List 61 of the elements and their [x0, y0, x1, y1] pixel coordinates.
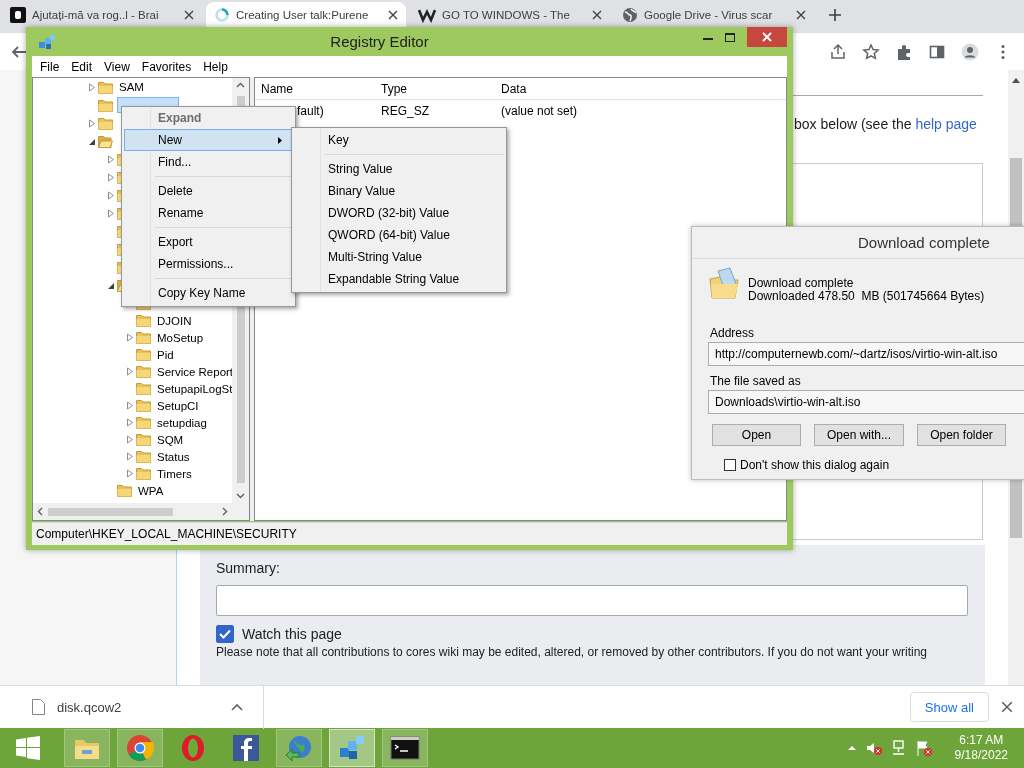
address-field[interactable]: http://computernewb.com/~dartz/isos/virtio-win-alt.iso [708, 342, 1024, 366]
menu-item[interactable]: Key [294, 129, 504, 151]
watch-label: Watch this page [242, 625, 342, 643]
menu-item[interactable]: New [124, 129, 293, 151]
field-label: The file saved as [710, 374, 802, 388]
menu-item[interactable]: Find... [124, 151, 293, 173]
tree-item[interactable]: SAM [117, 79, 146, 95]
download-item[interactable]: disk.qcow2 [57, 699, 122, 715]
show-all-button[interactable]: Show all [909, 692, 989, 722]
tree-item[interactable]: MoSetup [155, 329, 206, 346]
tree-item[interactable]: SetupapiLogSt [155, 380, 232, 397]
tree-item[interactable]: SQM [155, 431, 186, 448]
help-link[interactable]: help page [915, 116, 977, 132]
menu-item[interactable]: Delete [124, 180, 293, 202]
dialog-title: Download complete [858, 234, 990, 251]
menu-item[interactable]: File [34, 59, 66, 74]
browser-tab[interactable]: Google Drive - Virus scar [614, 2, 814, 27]
dialog-button[interactable]: Open folder [917, 424, 1006, 446]
summary-label: Summary: [216, 559, 281, 577]
notice-text: Please note that all contributions to cores wiki may be edited, altered, or removed by other contributors. If you do not want your writing [216, 644, 929, 660]
paragraph-text: box below (see the help page [794, 116, 977, 132]
menu-item[interactable]: Copy Key Name [124, 282, 293, 304]
dialog-button[interactable]: Open [712, 424, 801, 446]
menu-item[interactable]: Rename [124, 202, 293, 224]
menu-item[interactable]: QWORD (64-bit) Value [294, 224, 504, 246]
column-header[interactable]: Type [375, 81, 495, 96]
path-field[interactable]: Downloads\virtio-win-alt.iso [708, 390, 1024, 414]
tree-item[interactable]: Status [155, 448, 192, 465]
menu-item[interactable]: Help [197, 59, 234, 74]
menu-item[interactable]: Favorites [135, 59, 198, 74]
browser-tab[interactable]: Ajutați-mă va rog..l - Brai [2, 2, 202, 27]
field-label: Address [710, 326, 756, 340]
tree-item[interactable]: Pid [155, 346, 176, 363]
column-header[interactable]: Data [495, 81, 786, 96]
dialog-button[interactable]: Open with... [814, 424, 904, 446]
menu-item[interactable]: View [98, 59, 136, 74]
tree-item[interactable]: WPA [136, 482, 166, 499]
menu-item[interactable]: Export [124, 231, 293, 253]
status-text: Computer\HKEY_LOCAL_MACHINE\SECURITY [36, 527, 297, 541]
menu-item[interactable]: Permissions... [124, 253, 293, 275]
table-cell-text: REG_SZ [380, 103, 430, 118]
menu-item[interactable]: Expandable String Value [294, 268, 504, 290]
window-title: Registry Editor [329, 33, 430, 50]
tree-item[interactable]: DJOIN [155, 312, 194, 329]
browser-tab[interactable]: Creating User talk:Purene [206, 2, 406, 27]
menu-item[interactable]: Binary Value [294, 180, 504, 202]
menu-item[interactable]: String Value [294, 158, 504, 180]
menu-item[interactable]: DWORD (32-bit) Value [294, 202, 504, 224]
tree-item[interactable]: setupdiag [155, 414, 209, 431]
column-header[interactable]: Name [255, 81, 375, 96]
table-cell-text: (value not set) [500, 103, 579, 118]
tree-item[interactable]: SetupCI [155, 397, 201, 414]
checkbox-label: Don't show this dialog again [740, 458, 890, 472]
tree-item[interactable]: Timers [155, 465, 194, 482]
menu-item[interactable]: Edit [65, 59, 99, 74]
detail-text: Downloaded 478.50 MB (501745664 Bytes) [748, 290, 985, 303]
browser-tab[interactable]: GO TO WINDOWS - The [410, 2, 610, 27]
heading-text: Download complete [748, 277, 855, 290]
table-cell-text: fault) [296, 103, 325, 118]
menu-item[interactable]: Multi-String Value [294, 246, 504, 268]
tree-item[interactable]: Service Report [155, 363, 232, 380]
